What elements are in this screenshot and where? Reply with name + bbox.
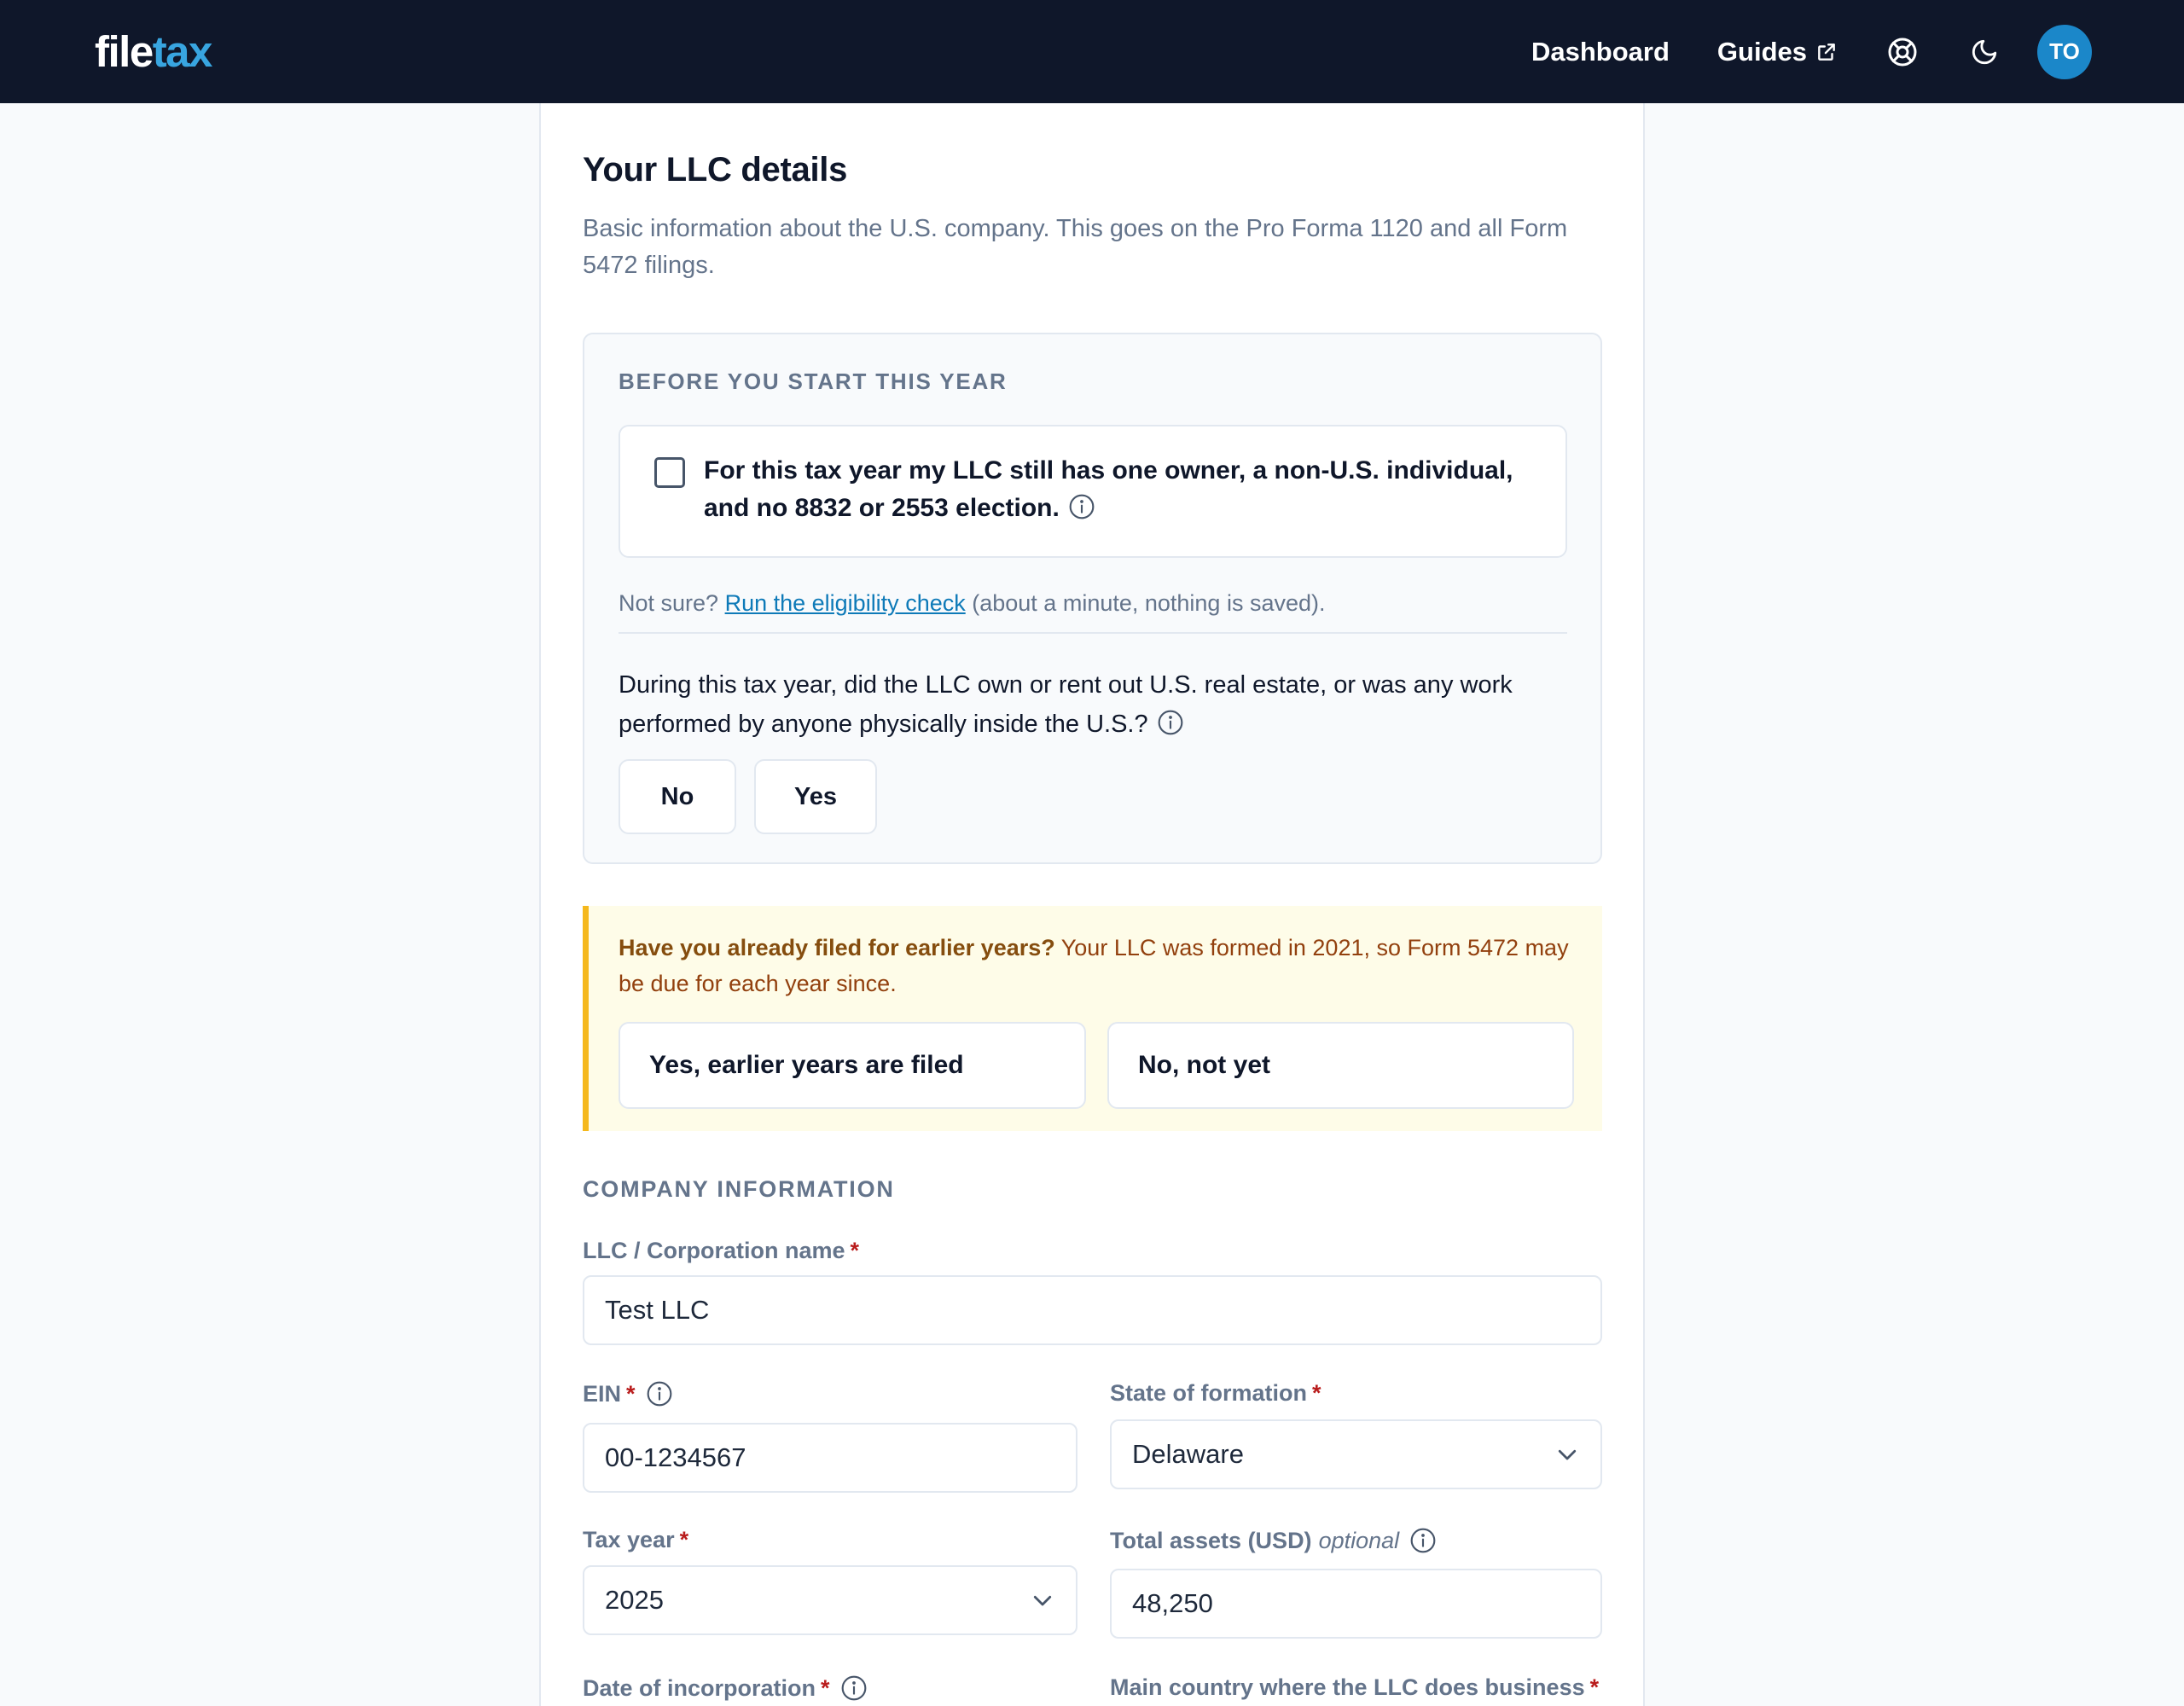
eligibility-confirm-box[interactable]: For this tax year my LLC still has one o… xyxy=(619,425,1567,558)
business-country-label-text: Main country where the LLC does business xyxy=(1110,1674,1585,1700)
nav-dashboard-link[interactable]: Dashboard xyxy=(1531,37,1670,67)
eligibility-check-link[interactable]: Run the eligibility check xyxy=(725,590,966,616)
state-of-formation-value: Delaware xyxy=(1132,1439,1244,1469)
optional-marker: optional xyxy=(1318,1527,1400,1553)
required-marker: * xyxy=(1589,1674,1600,1700)
state-of-formation-label: State of formation * xyxy=(1110,1380,1321,1407)
earlier-years-message: Have you already filed for earlier years… xyxy=(619,930,1583,1001)
eligibility-hint: Not sure? Run the eligibility check (abo… xyxy=(619,590,1326,617)
logo-text-tax: tax xyxy=(152,27,213,76)
before-start-heading: BEFORE YOU START THIS YEAR xyxy=(619,368,1008,394)
business-country-label: Main country where the LLC does business… xyxy=(1110,1674,1599,1701)
nav-guides-link[interactable]: Guides xyxy=(1717,37,1838,67)
incorporation-date-label-text: Date of incorporation xyxy=(583,1674,816,1701)
eligibility-confirm-label[interactable]: For this tax year my LLC still has one o… xyxy=(704,452,1540,527)
main-nav: Dashboard Guides TO xyxy=(1531,24,2092,79)
incorporation-date-label: Date of incorporation * xyxy=(583,1674,868,1702)
state-of-formation-label-text: State of formation xyxy=(1110,1380,1308,1406)
eligibility-confirm-checkbox[interactable] xyxy=(654,457,685,488)
us-activity-no-button[interactable]: No xyxy=(619,759,736,834)
card-divider xyxy=(619,632,1567,634)
company-info-heading: COMPANY INFORMATION xyxy=(583,1176,895,1202)
info-icon[interactable] xyxy=(840,1674,868,1702)
company-name-label-text: LLC / Corporation name xyxy=(583,1238,845,1263)
external-link-icon xyxy=(1818,43,1835,61)
tax-year-label: Tax year * xyxy=(583,1527,688,1553)
required-marker: * xyxy=(850,1238,860,1263)
logo-text-file: file xyxy=(95,27,154,76)
required-marker: * xyxy=(679,1527,689,1552)
page-title: Your LLC details xyxy=(583,151,848,189)
state-of-formation-select[interactable]: Delaware xyxy=(1110,1419,1602,1489)
tax-year-value: 2025 xyxy=(605,1585,664,1615)
earlier-years-alert: Have you already filed for earlier years… xyxy=(583,906,1602,1131)
top-navbar: file tax Dashboard Guides TO xyxy=(0,0,2184,103)
us-activity-question-text: During this tax year, did the LLC own or… xyxy=(619,671,1513,738)
help-button[interactable] xyxy=(1884,33,1921,71)
info-icon[interactable] xyxy=(1068,493,1095,520)
before-start-card: BEFORE YOU START THIS YEAR For this tax … xyxy=(583,333,1602,864)
ein-label-text: EIN xyxy=(583,1380,622,1407)
moon-icon xyxy=(1972,39,1997,64)
user-avatar[interactable]: TO xyxy=(2037,24,2092,79)
chevron-down-icon xyxy=(1033,1595,1052,1606)
tax-year-label-text: Tax year xyxy=(583,1527,675,1552)
tax-year-select[interactable]: 2025 xyxy=(583,1565,1077,1635)
theme-toggle-button[interactable] xyxy=(1966,33,2003,71)
llc-details-panel: Your LLC details Basic information about… xyxy=(539,103,1645,1706)
eligibility-hint-suffix: (about a minute, nothing is saved). xyxy=(972,590,1326,616)
company-name-label: LLC / Corporation name * xyxy=(583,1238,859,1264)
required-marker: * xyxy=(626,1380,636,1407)
total-assets-input[interactable]: 48,250 xyxy=(1110,1569,1602,1639)
us-activity-yes-button[interactable]: Yes xyxy=(754,759,877,834)
required-marker: * xyxy=(1312,1380,1321,1406)
info-icon[interactable] xyxy=(646,1380,673,1407)
ein-input[interactable]: 00-1234567 xyxy=(583,1423,1077,1493)
earlier-years-not-yet-button[interactable]: No, not yet xyxy=(1107,1022,1574,1109)
required-marker: * xyxy=(821,1674,830,1701)
earlier-years-filed-button[interactable]: Yes, earlier years are filed xyxy=(619,1022,1086,1109)
filetax-logo[interactable]: file tax xyxy=(95,30,212,73)
earlier-years-title: Have you already filed for earlier years… xyxy=(619,935,1055,960)
lifebuoy-icon xyxy=(1888,38,1917,66)
info-icon[interactable] xyxy=(1409,1527,1437,1554)
total-assets-label: Total assets (USD) optional xyxy=(1110,1527,1437,1554)
ein-label: EIN * xyxy=(583,1380,673,1407)
page-subtitle: Basic information about the U.S. company… xyxy=(583,215,1568,279)
us-activity-question: During this tax year, did the LLC own or… xyxy=(619,665,1540,744)
eligibility-confirm-text: For this tax year my LLC still has one o… xyxy=(704,456,1513,522)
info-icon[interactable] xyxy=(1157,709,1184,736)
nav-guides-label: Guides xyxy=(1716,36,1807,67)
total-assets-label-text: Total assets (USD) xyxy=(1110,1527,1312,1553)
company-name-input[interactable]: Test LLC xyxy=(583,1275,1602,1345)
eligibility-hint-prefix: Not sure? xyxy=(619,590,719,616)
chevron-down-icon xyxy=(1558,1449,1577,1460)
